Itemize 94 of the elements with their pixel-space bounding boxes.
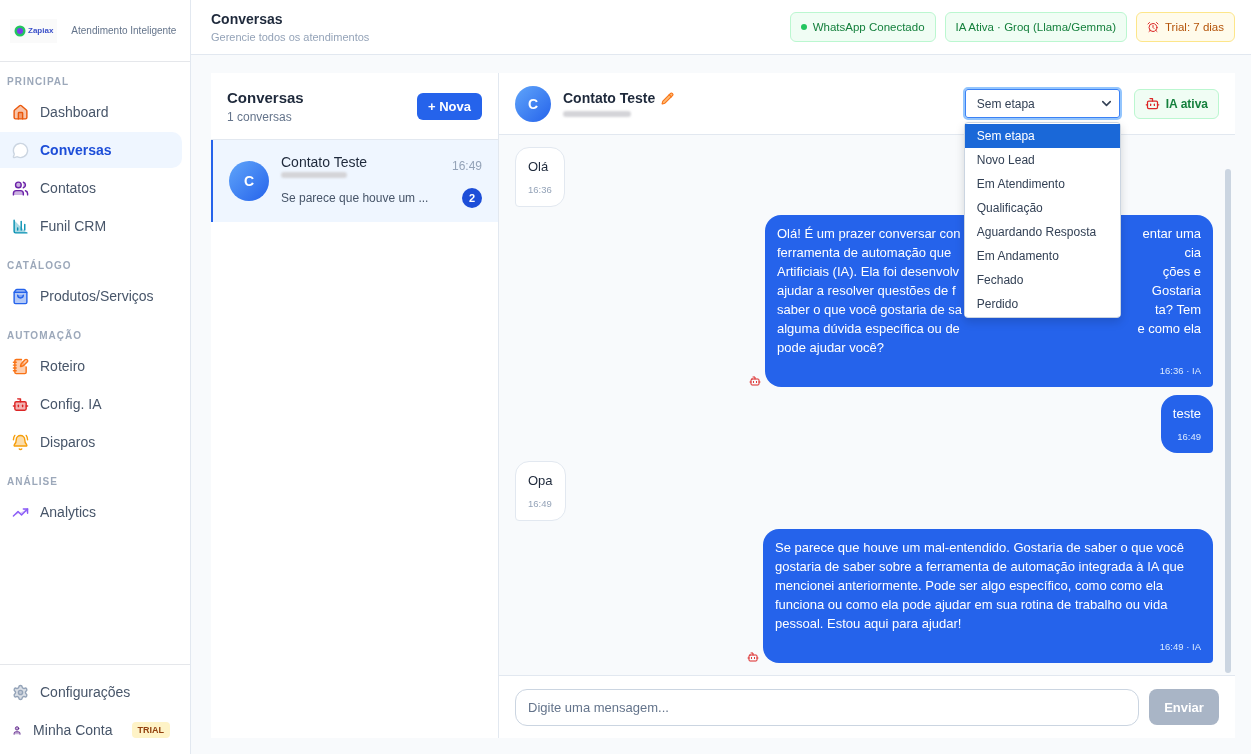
dropdown-option[interactable]: Em Atendimento: [964, 172, 1120, 196]
nav-item[interactable]: Config. IA: [0, 386, 182, 422]
message-time: 16:49: [1176, 430, 1201, 444]
robot-icon: [1144, 96, 1160, 111]
page-subtitle: Gerencie todos os atendimentos: [211, 31, 370, 43]
logo: Zapiax: [10, 18, 58, 43]
list-title: Conversas: [227, 88, 304, 106]
section-label: CATÁLOGO: [6, 258, 73, 273]
ai-toggle-button[interactable]: IA ativa: [1133, 88, 1219, 119]
scrollbar[interactable]: [1225, 169, 1231, 673]
avatar: C: [515, 85, 551, 122]
message-text: pode ajudar você?: [777, 339, 884, 357]
conversation-item[interactable]: C Contato Teste 16:49 Se parece que houve um ... 2: [211, 140, 498, 222]
message-text: Gostaria: [1151, 282, 1201, 300]
nav-label: Dashboard: [40, 104, 109, 120]
message-text: ajudar a resolver questões de f: [777, 282, 956, 300]
nav-item[interactable]: Contatos: [0, 170, 182, 206]
brand-tagline: Atendimento Inteligente: [71, 25, 177, 36]
stage-select[interactable]: Sem etapa: [962, 87, 1122, 120]
status-pill: IA Ativa · Groq (Llama/Gemma): [944, 12, 1127, 42]
dropdown-option[interactable]: Perdido: [964, 292, 1120, 316]
shopping-bag-icon: [12, 287, 29, 305]
message-time: 16:49 · IA: [1158, 640, 1201, 654]
nav-item[interactable]: Configurações: [0, 674, 182, 710]
message-text: ções e: [1162, 263, 1201, 281]
avatar: C: [229, 161, 269, 201]
status-pill: Trial: 7 dias: [1136, 12, 1235, 42]
message-text: Olá: [528, 158, 550, 176]
bell-icon: [12, 433, 29, 451]
nav-label: Roteiro: [40, 358, 86, 374]
nav-label: Funil CRM: [40, 218, 107, 234]
contact-name: Contato Teste: [563, 90, 656, 106]
message-text: e como ela: [1137, 320, 1201, 338]
message-text: teste: [1172, 405, 1201, 423]
dropdown-option[interactable]: Aguardando Resposta: [964, 220, 1120, 244]
message-text: ta? Tem: [1155, 301, 1201, 319]
message-text: Se parece que houve um mal-entendido. Gostaria de saber o que você gostaria de saber sobre a ferramenta de automação integrada à IA que mencionei anteriormente. Pode ser algo específico, como como ela funciona ou como ela pode ajudar em sua rotina de trabalho ou vida pessoal. Estou aqui para ajudar!: [775, 539, 1186, 633]
contact-name: Contato Teste: [281, 154, 369, 170]
nav-label: Analytics: [40, 504, 97, 520]
nav-item[interactable]: Disparos: [0, 424, 182, 460]
unread-count: 2: [462, 188, 482, 208]
plan-tag: TRIAL: [131, 722, 170, 738]
message-text: cia: [1184, 244, 1201, 262]
message-time: 16:36: [528, 183, 552, 197]
message-time: 16:36 · IA: [1158, 364, 1201, 378]
speech-bubble-icon: [12, 141, 29, 159]
message-time: 16:49: [528, 497, 553, 511]
message-text: Olá! É um prazer conversar con: [777, 225, 961, 243]
section-label: AUTOMAÇÃO: [6, 328, 83, 343]
robot-icon: [12, 395, 29, 413]
section-label: ANÁLISE: [6, 474, 59, 489]
message-text: Artificiais (IA). Ela foi desenvolv: [777, 263, 960, 281]
message-text: ferramenta de automação que: [777, 244, 952, 262]
house-icon: [12, 103, 29, 121]
nav-label: Contatos: [40, 180, 97, 196]
message-text: alguma dúvida específica ou de: [777, 320, 960, 338]
robot-icon: [749, 375, 761, 387]
nav-label: Disparos: [40, 434, 96, 450]
settings-icon: [12, 683, 29, 701]
notepad-pencil-icon: [12, 357, 29, 375]
nav-label: Conversas: [40, 142, 112, 158]
status-pill: WhatsApp Conectado: [789, 12, 936, 42]
nav-item[interactable]: Conversas: [0, 132, 182, 168]
nav-item[interactable]: Produtos/Serviços: [0, 278, 182, 314]
nav-label: Produtos/Serviços: [40, 288, 154, 304]
nav-item[interactable]: Minha Conta TRIAL: [0, 712, 182, 748]
pencil-icon[interactable]: [661, 91, 675, 105]
nav-item[interactable]: Roteiro: [0, 348, 182, 384]
blurred-phone-number: [563, 111, 631, 117]
people-icon: [12, 179, 29, 197]
robot-icon: [747, 651, 759, 663]
message-text: Opa: [528, 472, 553, 490]
message-text: saber o que você gostaria de sa: [777, 301, 962, 319]
nav-label: Minha Conta: [33, 722, 113, 738]
dropdown-option[interactable]: Em Andamento: [964, 244, 1120, 268]
dropdown-option[interactable]: Sem etapa: [964, 124, 1120, 148]
nav-label: Configurações: [40, 684, 131, 700]
blurred-phone-number: [281, 172, 347, 178]
dropdown-option[interactable]: Novo Lead: [964, 148, 1120, 172]
bar-chart-icon: [12, 217, 29, 235]
alarm-clock-icon: [1147, 21, 1159, 33]
section-label: PRINCIPAL: [6, 75, 71, 89]
message-time: 16:49: [451, 159, 482, 173]
message-preview: Se parece que houve um ...: [281, 191, 430, 205]
conversation-count: 1 conversas: [227, 109, 293, 124]
page-title: Conversas: [211, 11, 284, 27]
dropdown-option[interactable]: Fechado: [964, 268, 1120, 292]
message-text: entar uma: [1142, 225, 1201, 243]
nav-item[interactable]: Dashboard: [0, 94, 182, 130]
nav-item[interactable]: Analytics: [0, 494, 182, 530]
nav-item[interactable]: Funil CRM: [0, 208, 182, 244]
dropdown-option[interactable]: Qualificação: [964, 196, 1120, 220]
nav-label: Config. IA: [40, 396, 102, 412]
new-conversation-button[interactable]: + Nova: [417, 92, 482, 120]
